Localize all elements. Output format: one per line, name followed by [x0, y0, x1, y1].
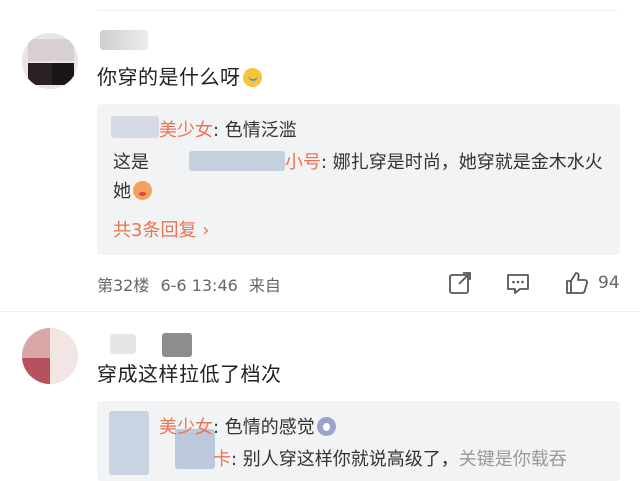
like-count: 94	[598, 273, 620, 293]
comment-icon	[507, 274, 529, 294]
thumbs-up-icon	[566, 272, 589, 294]
reply-text: : 色情的感觉	[213, 417, 315, 438]
reply-box: 美少女: 色情的感觉 卡: 别人穿这样你就说高级了，关键是你载吞	[97, 401, 620, 481]
divider-top	[97, 10, 617, 11]
reply-line-2: 卡: 别人穿这样你就说高级了，关键是你载吞	[213, 445, 567, 471]
username-blurred[interactable]	[162, 333, 192, 357]
reply-line-1: 美少女: 色情的感觉	[159, 413, 336, 439]
reply-username-blurred[interactable]	[189, 151, 285, 171]
reply-author[interactable]: 美少女	[159, 417, 213, 438]
reply-text: : 色情泛滥	[213, 120, 297, 141]
avatar[interactable]	[22, 33, 78, 89]
reply-username-blurred[interactable]	[111, 116, 159, 138]
more-replies-link[interactable]: 共3条回复 ›	[113, 216, 209, 242]
comment-meta: 第32楼 6-6 13:46 来自	[97, 272, 281, 296]
share-icon	[449, 272, 471, 294]
reply-text-tail: 关键是你载吞	[458, 449, 567, 470]
reply-line-2: 这是 小号: 娜扎穿是时尚，她穿就是金木水火她	[113, 148, 603, 206]
reply-author[interactable]: 小号	[285, 152, 321, 173]
wink-face-emoji-icon	[133, 181, 152, 200]
shocked-face-emoji-icon	[316, 417, 336, 436]
reply-username-blurred[interactable]	[109, 411, 149, 475]
timestamp: 6-6 13:46	[160, 276, 238, 295]
like-button[interactable]: 94	[564, 270, 620, 296]
username-blurred[interactable]	[100, 30, 148, 50]
reply-line-1: 美少女: 色情泛滥	[159, 116, 297, 142]
reply-author[interactable]: 美少女	[159, 120, 213, 141]
reply-author[interactable]: 卡	[213, 449, 231, 470]
comment-text: 穿成这样拉低了档次	[97, 362, 282, 386]
sad-face-emoji-icon	[242, 68, 262, 87]
comment-text: 你穿的是什么呀	[97, 61, 262, 90]
divider	[0, 311, 640, 312]
floor-number: 第32楼	[97, 276, 150, 295]
username-blurred[interactable]	[110, 334, 136, 354]
source-label: 来自	[248, 276, 281, 295]
reply-text: : 别人穿这样你就说高级了，	[231, 449, 459, 470]
comment-button[interactable]	[505, 270, 531, 296]
avatar[interactable]	[22, 328, 78, 384]
share-button[interactable]	[447, 270, 473, 296]
reply-box: 美少女: 色情泛滥 这是 小号: 娜扎穿是时尚，她穿就是金木水火她 共3条回复 ›	[97, 104, 620, 255]
reply-prefix: 这是	[113, 152, 149, 173]
chevron-right-icon: ›	[202, 220, 210, 241]
